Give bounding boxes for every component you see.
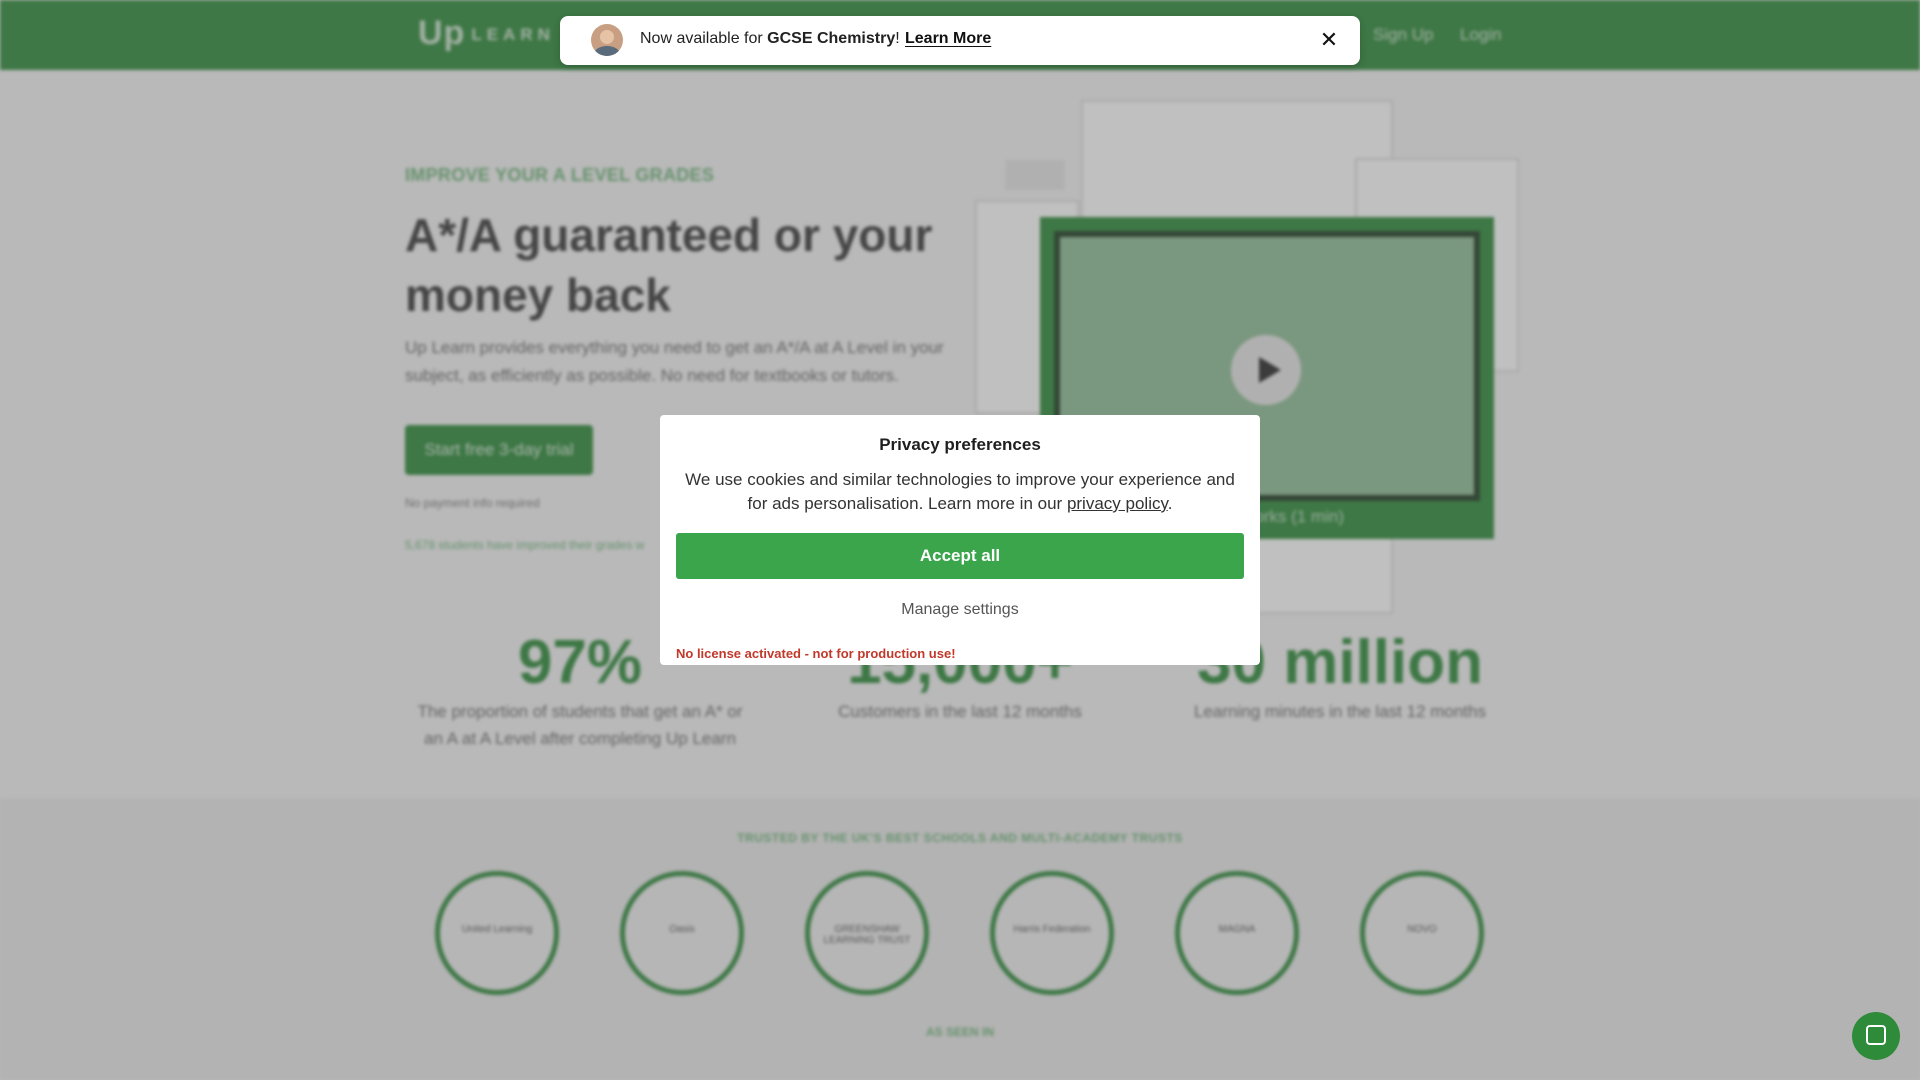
learn-more-link[interactable]: Learn More [905, 30, 991, 48]
manage-settings-button[interactable]: Manage settings [660, 601, 1260, 619]
license-warning: No license activated - not for productio… [676, 646, 956, 661]
chat-launcher-icon[interactable] [1852, 1012, 1900, 1060]
announcement-text: Now available for GCSE Chemistry! [640, 30, 900, 47]
close-icon[interactable]: ✕ [1317, 28, 1341, 52]
accept-all-button[interactable]: Accept all [676, 533, 1244, 579]
announcement-banner: Now available for GCSE Chemistry! Learn … [560, 16, 1360, 65]
privacy-dialog: Privacy preferences We use cookies and s… [660, 415, 1260, 665]
avatar [591, 24, 623, 56]
privacy-description: We use cookies and similar technologies … [685, 470, 1235, 513]
privacy-title: Privacy preferences [879, 435, 1041, 454]
privacy-policy-link[interactable]: privacy policy [1067, 494, 1168, 513]
